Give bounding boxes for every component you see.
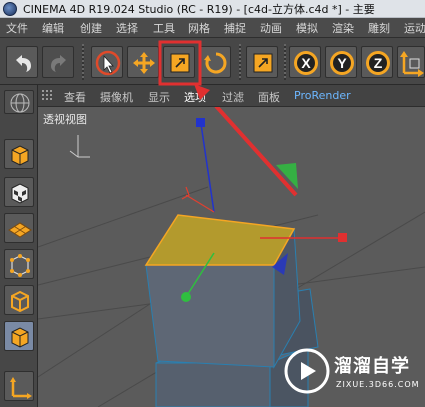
watermark: 溜溜自学 ZIXUE.3D66.COM	[282, 340, 422, 402]
watermark-url: ZIXUE.3D66.COM	[336, 380, 420, 389]
watermark-logo-icon	[284, 348, 330, 394]
watermark-name: 溜溜自学	[334, 356, 410, 377]
